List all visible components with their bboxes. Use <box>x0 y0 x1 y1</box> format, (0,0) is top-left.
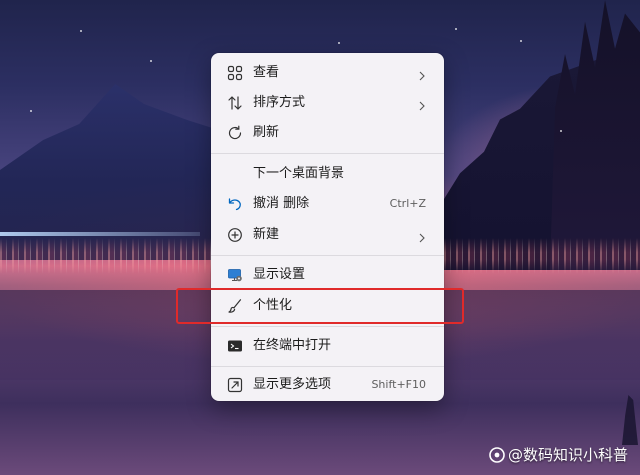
star <box>150 60 152 62</box>
wallpaper-shoreline <box>0 232 200 236</box>
wallpaper-figure <box>622 395 638 445</box>
menu-item-label: 新建 <box>253 227 280 242</box>
menu-item-shortcut: Shift+F10 <box>371 378 426 391</box>
plus-circle-icon <box>227 227 243 243</box>
menu-separator <box>211 326 444 327</box>
terminal-icon <box>227 338 243 354</box>
menu-item-display-settings[interactable]: 显示设置 <box>215 260 440 290</box>
watermark-text: @数码知识小科普 <box>507 446 628 464</box>
star <box>520 40 522 42</box>
menu-item-undo-delete[interactable]: 撤消 删除 Ctrl+Z <box>215 189 440 219</box>
menu-item-shortcut: Ctrl+Z <box>389 197 426 210</box>
menu-separator <box>211 366 444 367</box>
star <box>80 30 82 32</box>
menu-item-show-more-options[interactable]: 显示更多选项 Shift+F10 <box>215 370 440 400</box>
menu-item-refresh[interactable]: 刷新 <box>215 118 440 148</box>
menu-item-label: 撤消 删除 <box>253 196 310 211</box>
menu-item-sort-by[interactable]: 排序方式 <box>215 88 440 118</box>
display-settings-icon <box>227 267 243 283</box>
chevron-right-icon <box>416 229 428 243</box>
menu-item-new[interactable]: 新建 <box>215 220 440 250</box>
wallpaper-trees <box>550 0 640 270</box>
menu-separator <box>211 255 444 256</box>
menu-item-label: 查看 <box>253 65 280 80</box>
menu-item-view[interactable]: 查看 <box>215 58 440 88</box>
refresh-icon <box>227 125 243 141</box>
star <box>338 42 340 44</box>
watermark: @数码知识小科普 <box>488 444 628 465</box>
menu-item-label: 显示更多选项 <box>253 377 332 392</box>
star <box>455 28 457 30</box>
desktop-context-menu: 查看 排序方式 刷新 下一个桌面背景 撤消 删除 Ctrl+Z 新建 显示设置 … <box>211 53 444 401</box>
sort-arrows-icon <box>227 95 243 111</box>
menu-item-label: 刷新 <box>253 125 280 140</box>
more-options-icon <box>227 377 243 393</box>
menu-item-open-in-terminal[interactable]: 在终端中打开 <box>215 331 440 361</box>
menu-item-label: 下一个桌面背景 <box>253 166 345 181</box>
highlight-box <box>176 288 464 324</box>
grid-view-icon <box>227 65 243 81</box>
menu-item-label: 在终端中打开 <box>253 338 332 353</box>
star <box>560 130 562 132</box>
chevron-right-icon <box>416 67 428 81</box>
star <box>30 110 32 112</box>
menu-separator <box>211 153 444 154</box>
chevron-right-icon <box>416 97 428 111</box>
menu-item-label: 排序方式 <box>253 95 306 110</box>
undo-icon <box>227 196 243 212</box>
toutiao-logo-icon <box>488 446 506 464</box>
menu-item-next-background[interactable]: 下一个桌面背景 <box>215 159 440 189</box>
menu-item-label: 显示设置 <box>253 267 306 282</box>
